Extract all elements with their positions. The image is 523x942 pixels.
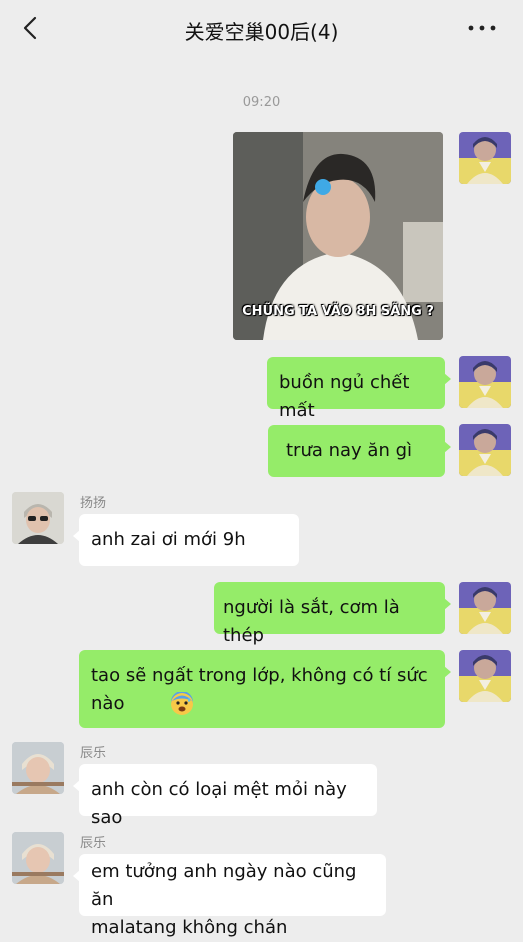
avatar-image [459, 650, 511, 702]
message-bubble[interactable]: anh còn có loại mệt mỏi này sao [73, 764, 377, 828]
avatar-image [459, 582, 511, 634]
message-bubble[interactable]: anh zai ơi mới 9h [73, 514, 299, 566]
message-text: nào [91, 693, 125, 714]
message-text-line: em tưởng anh ngày nào cũng ăn [91, 861, 357, 910]
message-timestamp: 09:20 [242, 95, 281, 110]
message-text: trưa nay ăn gì [286, 440, 413, 461]
avatar-image [459, 132, 511, 184]
contact-avatar[interactable] [12, 742, 64, 794]
sender-name: 辰乐 [80, 746, 107, 761]
avatar-image [12, 832, 64, 884]
my-avatar[interactable] [459, 424, 511, 476]
message-bubble[interactable]: em tưởng anh ngày nào cũng ăn malatang k… [73, 854, 386, 938]
avatar-image [459, 356, 511, 408]
image-caption: CHŨNG TA VÃO 8H SÃNG ? [242, 304, 434, 319]
my-avatar[interactable] [459, 356, 511, 408]
message-bubble[interactable]: người là sắt, cơm là thép [214, 582, 451, 646]
chat-header: 关爱空巢00后(4) [0, 0, 523, 58]
chat-title: 关爱空巢00后(4) [184, 20, 339, 44]
image-message[interactable]: CHŨNG TA VÃO 8H SÃNG ? [233, 132, 443, 340]
more-options-icon[interactable] [467, 16, 497, 40]
message-text: người là sắt, cơm là thép [223, 597, 400, 646]
message-text: buồn ngủ chết mất [279, 372, 410, 421]
message-bubble[interactable]: trưa nay ăn gì [268, 425, 451, 477]
sender-name: 扬扬 [80, 496, 107, 511]
sender-name: 辰乐 [80, 836, 107, 851]
message-text-line: tao sẽ ngất trong lớp, không có tí sức [91, 665, 428, 686]
message-bubble[interactable]: buồn ngủ chết mất [267, 357, 451, 421]
contact-avatar[interactable] [12, 492, 64, 544]
avatar-image [459, 424, 511, 476]
cold-sweat-emoji-icon [171, 692, 194, 715]
my-avatar[interactable] [459, 650, 511, 702]
message-text: anh còn có loại mệt mỏi này sao [91, 779, 347, 828]
message-bubble[interactable]: tao sẽ ngất trong lớp, không có tí sức n… [79, 650, 451, 728]
message-text: anh zai ơi mới 9h [91, 529, 246, 550]
my-avatar[interactable] [459, 582, 511, 634]
message-text-line: nào [91, 690, 433, 718]
contact-avatar[interactable] [12, 832, 64, 884]
avatar-image [12, 742, 64, 794]
avatar-image [12, 492, 64, 544]
message-text-line: malatang không chán [91, 917, 288, 938]
my-avatar[interactable] [459, 132, 511, 184]
